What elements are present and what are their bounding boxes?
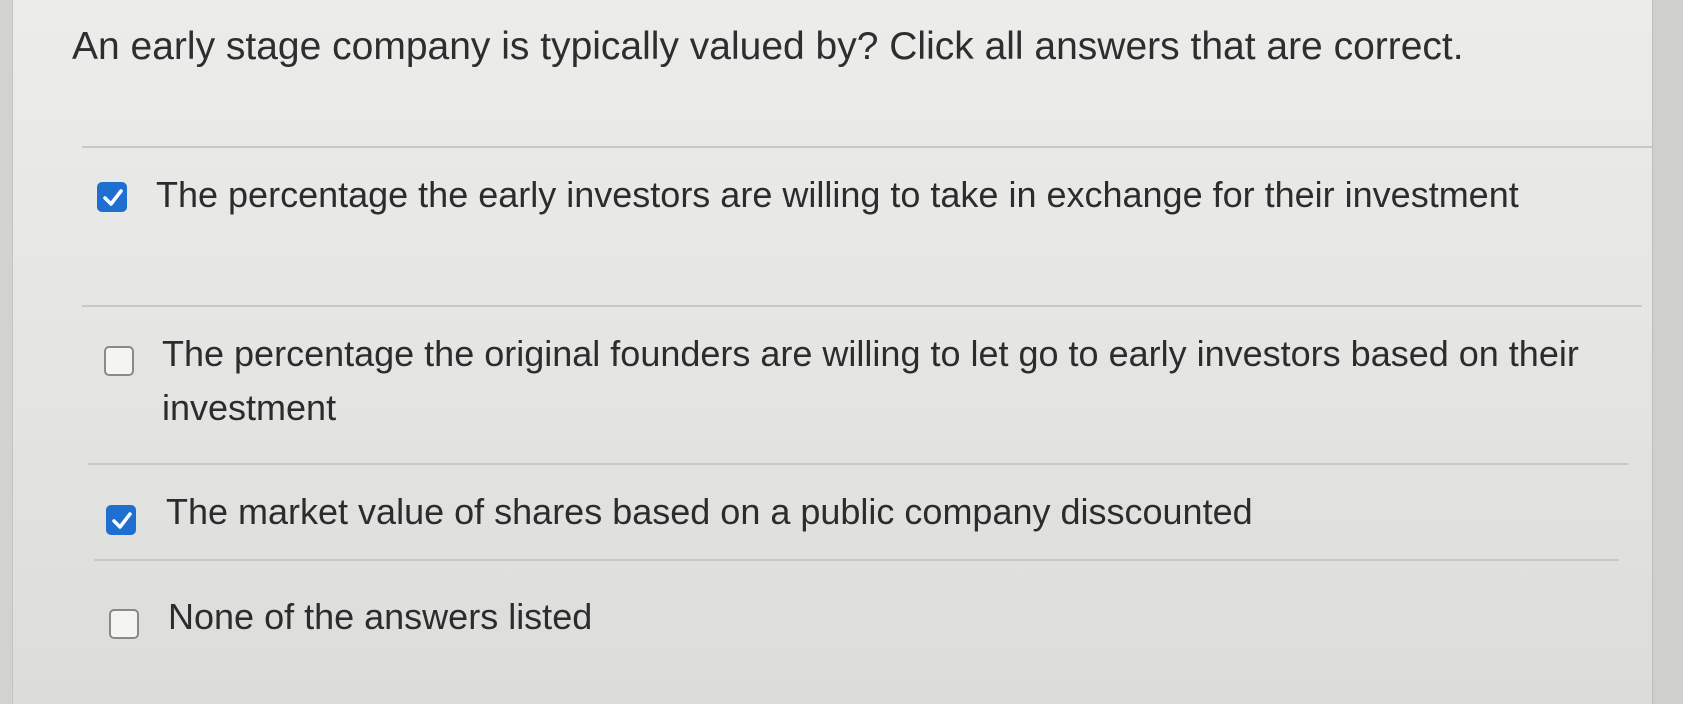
divider	[94, 559, 1619, 561]
answer-option-label: The percentage the original founders are…	[162, 333, 1579, 428]
answer-option-label: The market value of shares based on a pu…	[166, 491, 1253, 532]
checkbox-unchecked-icon[interactable]	[109, 609, 139, 639]
left-panel-edge	[0, 0, 13, 704]
question-text: An early stage company is typically valu…	[72, 25, 1464, 68]
right-panel-edge	[1652, 0, 1683, 704]
divider	[82, 146, 1652, 148]
checkmark-icon	[112, 512, 132, 529]
divider	[82, 305, 1642, 307]
divider	[88, 463, 1628, 465]
answer-option-label: None of the answers listed	[168, 596, 593, 637]
checkbox-checked-icon[interactable]	[97, 182, 127, 212]
checkmark-icon	[103, 189, 123, 206]
answer-option-label: The percentage the early investors are w…	[156, 174, 1519, 215]
checkbox-checked-icon[interactable]	[106, 505, 136, 535]
quiz-page: An early stage company is typically valu…	[0, 0, 1683, 704]
checkbox-unchecked-icon[interactable]	[104, 346, 134, 376]
